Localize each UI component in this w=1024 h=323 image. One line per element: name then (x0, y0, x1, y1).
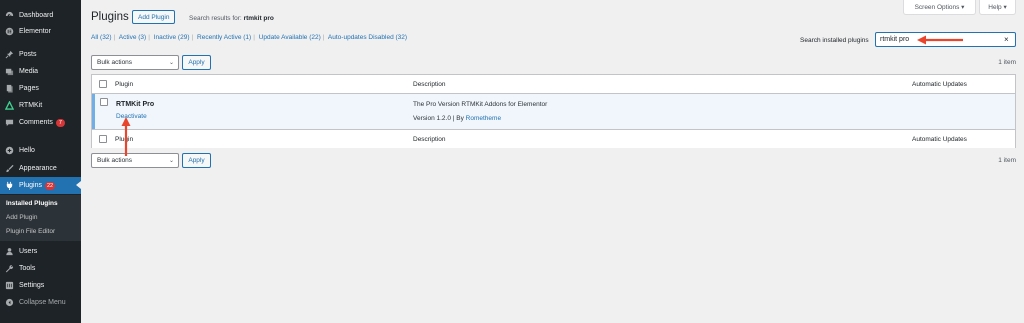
sidebar-item-plugins[interactable]: Plugins 22 (0, 177, 81, 194)
column-plugin: Plugin (115, 81, 134, 88)
add-plugin-button[interactable]: Add Plugin (132, 10, 176, 24)
sidebar-item-label: Comments (19, 119, 53, 126)
search-results-label: Search results for: rtmkit pro (189, 15, 274, 22)
search-clear-button[interactable]: × (1004, 35, 1009, 44)
sidebar-item-label: Tools (19, 265, 36, 272)
admin-sidebar: Dashboard Elementor Posts Media Pages RT… (0, 0, 81, 323)
plugin-version: Version 1.2.0 (413, 115, 451, 122)
pin-icon (5, 50, 14, 59)
plugin-status-filters: All (32) | Active (3) | Inactive (29) | Rec… (91, 34, 408, 41)
plus-circle-icon (5, 146, 14, 155)
search-plugins-label: Search installed plugins (800, 37, 869, 44)
page-title: Plugins (91, 11, 129, 23)
sidebar-item-label: Appearance (19, 165, 57, 172)
item-count-bottom: 1 item (998, 157, 1016, 164)
apply-button-bottom[interactable]: Apply (182, 153, 211, 168)
sidebar-item-label: Elementor (19, 28, 51, 35)
sidebar-item-label: Posts (19, 51, 37, 58)
sidebar-item-users[interactable]: Users (0, 243, 81, 260)
media-icon (5, 67, 14, 76)
search-results-prefix: Search results for: (189, 15, 244, 22)
comment-count-badge: 7 (55, 118, 65, 127)
filter-active[interactable]: Active (3) (119, 34, 146, 41)
filter-recently-active[interactable]: Recently Active (1) (197, 34, 251, 41)
table-header: Plugin Description Automatic Updates (92, 75, 1015, 94)
sidebar-item-posts[interactable]: Posts (0, 46, 81, 63)
plugin-name: RTMKit Pro (116, 101, 155, 108)
annotation-arrow-search (917, 35, 963, 45)
bulk-actions-select-top[interactable]: Bulk actions ⌄ (91, 55, 179, 70)
filter-update-available[interactable]: Update Available (22) (259, 34, 321, 41)
sidebar-item-label: Pages (19, 85, 39, 92)
sidebar-item-label: Settings (19, 282, 45, 289)
update-count-badge: 22 (44, 181, 56, 190)
author-link[interactable]: Rometheme (466, 115, 501, 122)
collapse-icon (5, 298, 14, 307)
sidebar-item-label: Users (19, 248, 38, 255)
sidebar-item-label: Dashboard (19, 12, 54, 19)
submenu-installed-plugins[interactable]: Installed Plugins (6, 200, 58, 207)
settings-icon (5, 281, 14, 290)
sidebar-item-label: Collapse Menu (19, 299, 66, 306)
sidebar-item-label: Hello (19, 147, 35, 154)
annotation-arrow-deactivate (121, 117, 131, 156)
bulk-actions-select-bottom[interactable]: Bulk actions ⌄ (91, 153, 179, 168)
column-automatic-updates: Automatic Updates (912, 136, 967, 143)
search-results-term: rtmkit pro (243, 15, 274, 22)
by-label: | By (450, 115, 466, 122)
sidebar-item-label: Media (19, 68, 39, 75)
row-checkbox[interactable] (100, 98, 108, 106)
user-icon (5, 247, 14, 256)
plugin-icon (5, 181, 14, 190)
sidebar-item-label: RTMKit (19, 102, 43, 109)
screen-options-button[interactable]: Screen Options ▾ (903, 0, 976, 15)
sidebar-item-pages[interactable]: Pages (0, 80, 81, 97)
submenu-plugin-file-editor[interactable]: Plugin File Editor (6, 228, 55, 235)
filter-inactive[interactable]: Inactive (29) (154, 34, 190, 41)
sidebar-item-tools[interactable]: Tools (0, 260, 81, 277)
sidebar-item-label: Plugins (19, 182, 42, 189)
plugin-description: The Pro Version RTMKit Addons for Elemen… (413, 101, 548, 108)
item-count-top: 1 item (998, 59, 1016, 66)
sidebar-item-settings[interactable]: Settings (0, 277, 81, 294)
bulk-actions-label: Bulk actions (97, 59, 133, 66)
select-all-checkbox[interactable] (99, 80, 107, 88)
submenu-add-plugin[interactable]: Add Plugin (6, 214, 37, 221)
rtmkit-icon (5, 101, 14, 110)
chevron-down-icon: ⌄ (168, 60, 174, 66)
wrench-icon (5, 264, 14, 273)
elementor-icon (5, 27, 14, 36)
chevron-down-icon: ⌄ (168, 158, 174, 164)
sidebar-item-comments[interactable]: Comments 7 (0, 114, 81, 131)
apply-button-top[interactable]: Apply (182, 55, 211, 70)
sidebar-item-appearance[interactable]: Appearance (0, 160, 81, 177)
table-row: RTMKit Pro Deactivate The Pro Version RT… (92, 94, 1015, 129)
plugins-submenu: Installed Plugins Add Plugin Plugin File… (0, 195, 81, 241)
sidebar-item-media[interactable]: Media (0, 63, 81, 80)
column-description: Description (413, 136, 446, 143)
sidebar-item-hello[interactable]: Hello (0, 142, 81, 159)
collapse-menu-button[interactable]: Collapse Menu (0, 294, 81, 311)
column-description: Description (413, 81, 446, 88)
table-footer: Plugin Description Automatic Updates (92, 129, 1015, 148)
filter-all[interactable]: All (32) (91, 34, 112, 41)
plugins-table: Plugin Description Automatic Updates RTM… (91, 74, 1016, 148)
filter-auto-updates-disabled[interactable]: Auto-updates Disabled (32) (328, 34, 407, 41)
select-all-checkbox-footer[interactable] (99, 135, 107, 143)
plugin-version-line: Version 1.2.0 | By Rometheme (413, 115, 501, 122)
page-icon (5, 84, 14, 93)
bulk-actions-label: Bulk actions (97, 157, 133, 164)
sidebar-item-elementor[interactable]: Elementor (0, 23, 81, 40)
comment-icon (5, 118, 14, 127)
sidebar-item-dashboard[interactable]: Dashboard (0, 7, 81, 24)
brush-icon (5, 164, 14, 173)
help-button[interactable]: Help ▾ (979, 0, 1016, 15)
column-automatic-updates: Automatic Updates (912, 81, 967, 88)
sidebar-item-rtmkit[interactable]: RTMKit (0, 97, 81, 114)
dashboard-icon (5, 11, 14, 20)
